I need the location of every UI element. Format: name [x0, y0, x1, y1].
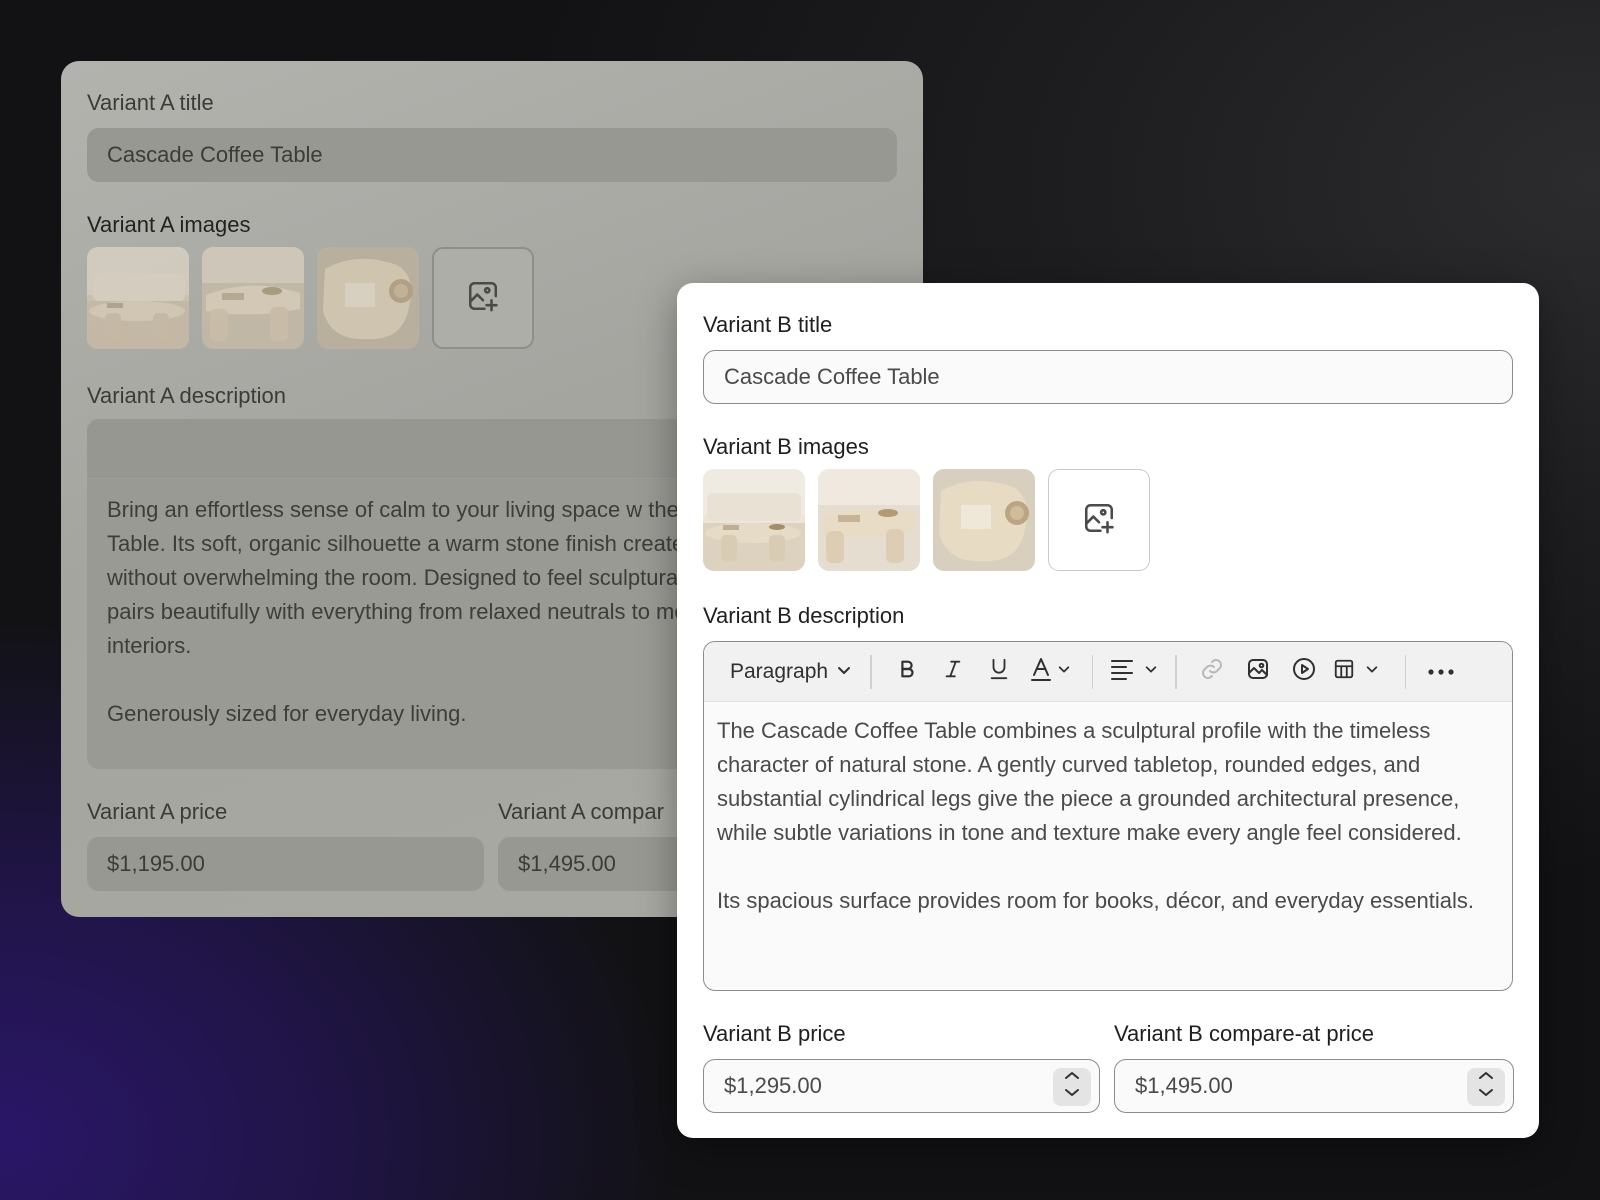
variant-a-images-label: Variant A images: [87, 212, 251, 237]
link-icon: [1200, 657, 1224, 686]
variant-b-compare-label: Variant B compare-at price: [1114, 1021, 1375, 1046]
align-left-icon: [1110, 658, 1134, 685]
variant-b-title-label: Variant B title: [703, 312, 833, 337]
variant-b-images-label: Variant B images: [703, 434, 869, 459]
chevron-down-icon: [836, 660, 852, 684]
variant-a-image-2[interactable]: [202, 247, 304, 349]
chevron-up-down-icon: [1476, 1069, 1496, 1105]
variant-a-compare-label: Variant A compar: [498, 799, 664, 824]
variant-b-image-2[interactable]: [818, 469, 920, 571]
insert-table-button[interactable]: [1327, 652, 1385, 692]
variant-a-title-input[interactable]: Cascade Coffee Table: [87, 128, 897, 182]
variant-b-image-3[interactable]: [933, 469, 1035, 571]
table-icon: [1333, 658, 1355, 685]
variant-b-add-image-button[interactable]: [1048, 469, 1150, 571]
paragraph-style-dropdown[interactable]: Paragraph: [724, 652, 858, 692]
variant-b-description-editor[interactable]: Paragraph The Cascade Coffee Table combi…: [703, 641, 1513, 991]
more-options-button[interactable]: [1418, 652, 1464, 692]
insert-video-button[interactable]: [1281, 652, 1327, 692]
variant-b-description-text[interactable]: The Cascade Coffee Table combines a scul…: [704, 702, 1512, 930]
link-button[interactable]: [1189, 652, 1235, 692]
bold-button[interactable]: [884, 652, 930, 692]
underline-icon: [988, 657, 1010, 686]
bold-icon: [896, 658, 918, 685]
price-stepper[interactable]: [1053, 1068, 1091, 1106]
variant-b-title-input[interactable]: Cascade Coffee Table: [703, 350, 1513, 404]
variant-a-description-label: Variant A description: [87, 383, 286, 408]
variant-b-description-label: Variant B description: [703, 603, 905, 628]
variant-b-image-1[interactable]: [703, 469, 805, 571]
editor-toolbar: Paragraph: [704, 642, 1512, 702]
chevron-down-icon: [1057, 662, 1071, 681]
chevron-up-down-icon: [1062, 1069, 1082, 1105]
play-icon: [1292, 657, 1316, 686]
toolbar-divider: [1175, 654, 1177, 689]
toolbar-divider: [870, 654, 872, 689]
variant-a-price-label: Variant A price: [87, 799, 228, 824]
variant-b-card: Variant B title Cascade Coffee Table Var…: [677, 283, 1539, 1138]
variant-a-image-1[interactable]: [87, 247, 189, 349]
chevron-down-icon: [1365, 662, 1379, 681]
text-color-button[interactable]: [1022, 652, 1080, 692]
toolbar-divider: [1404, 654, 1407, 689]
italic-button[interactable]: [930, 652, 976, 692]
italic-icon: [942, 658, 964, 685]
add-image-icon: [1082, 501, 1116, 540]
variant-b-price-label: Variant B price: [703, 1021, 846, 1046]
image-icon: [1246, 657, 1270, 686]
chevron-down-icon: [1144, 662, 1158, 681]
variant-b-price-input[interactable]: $1,295.00: [703, 1059, 1100, 1113]
compare-price-stepper[interactable]: [1467, 1068, 1505, 1106]
text-color-icon: [1030, 656, 1051, 687]
add-image-icon: [466, 279, 500, 318]
variant-a-add-image-button[interactable]: [432, 247, 534, 349]
toolbar-divider: [1091, 654, 1094, 689]
variant-a-price-input[interactable]: $1,195.00: [87, 837, 484, 891]
variant-b-compare-input[interactable]: $1,495.00: [1114, 1059, 1514, 1113]
variant-a-image-3[interactable]: [317, 247, 419, 349]
insert-image-button[interactable]: [1235, 652, 1281, 692]
underline-button[interactable]: [976, 652, 1022, 692]
align-button[interactable]: [1105, 652, 1163, 692]
more-horizontal-icon: [1428, 663, 1454, 681]
variant-a-title-label: Variant A title: [87, 90, 214, 115]
